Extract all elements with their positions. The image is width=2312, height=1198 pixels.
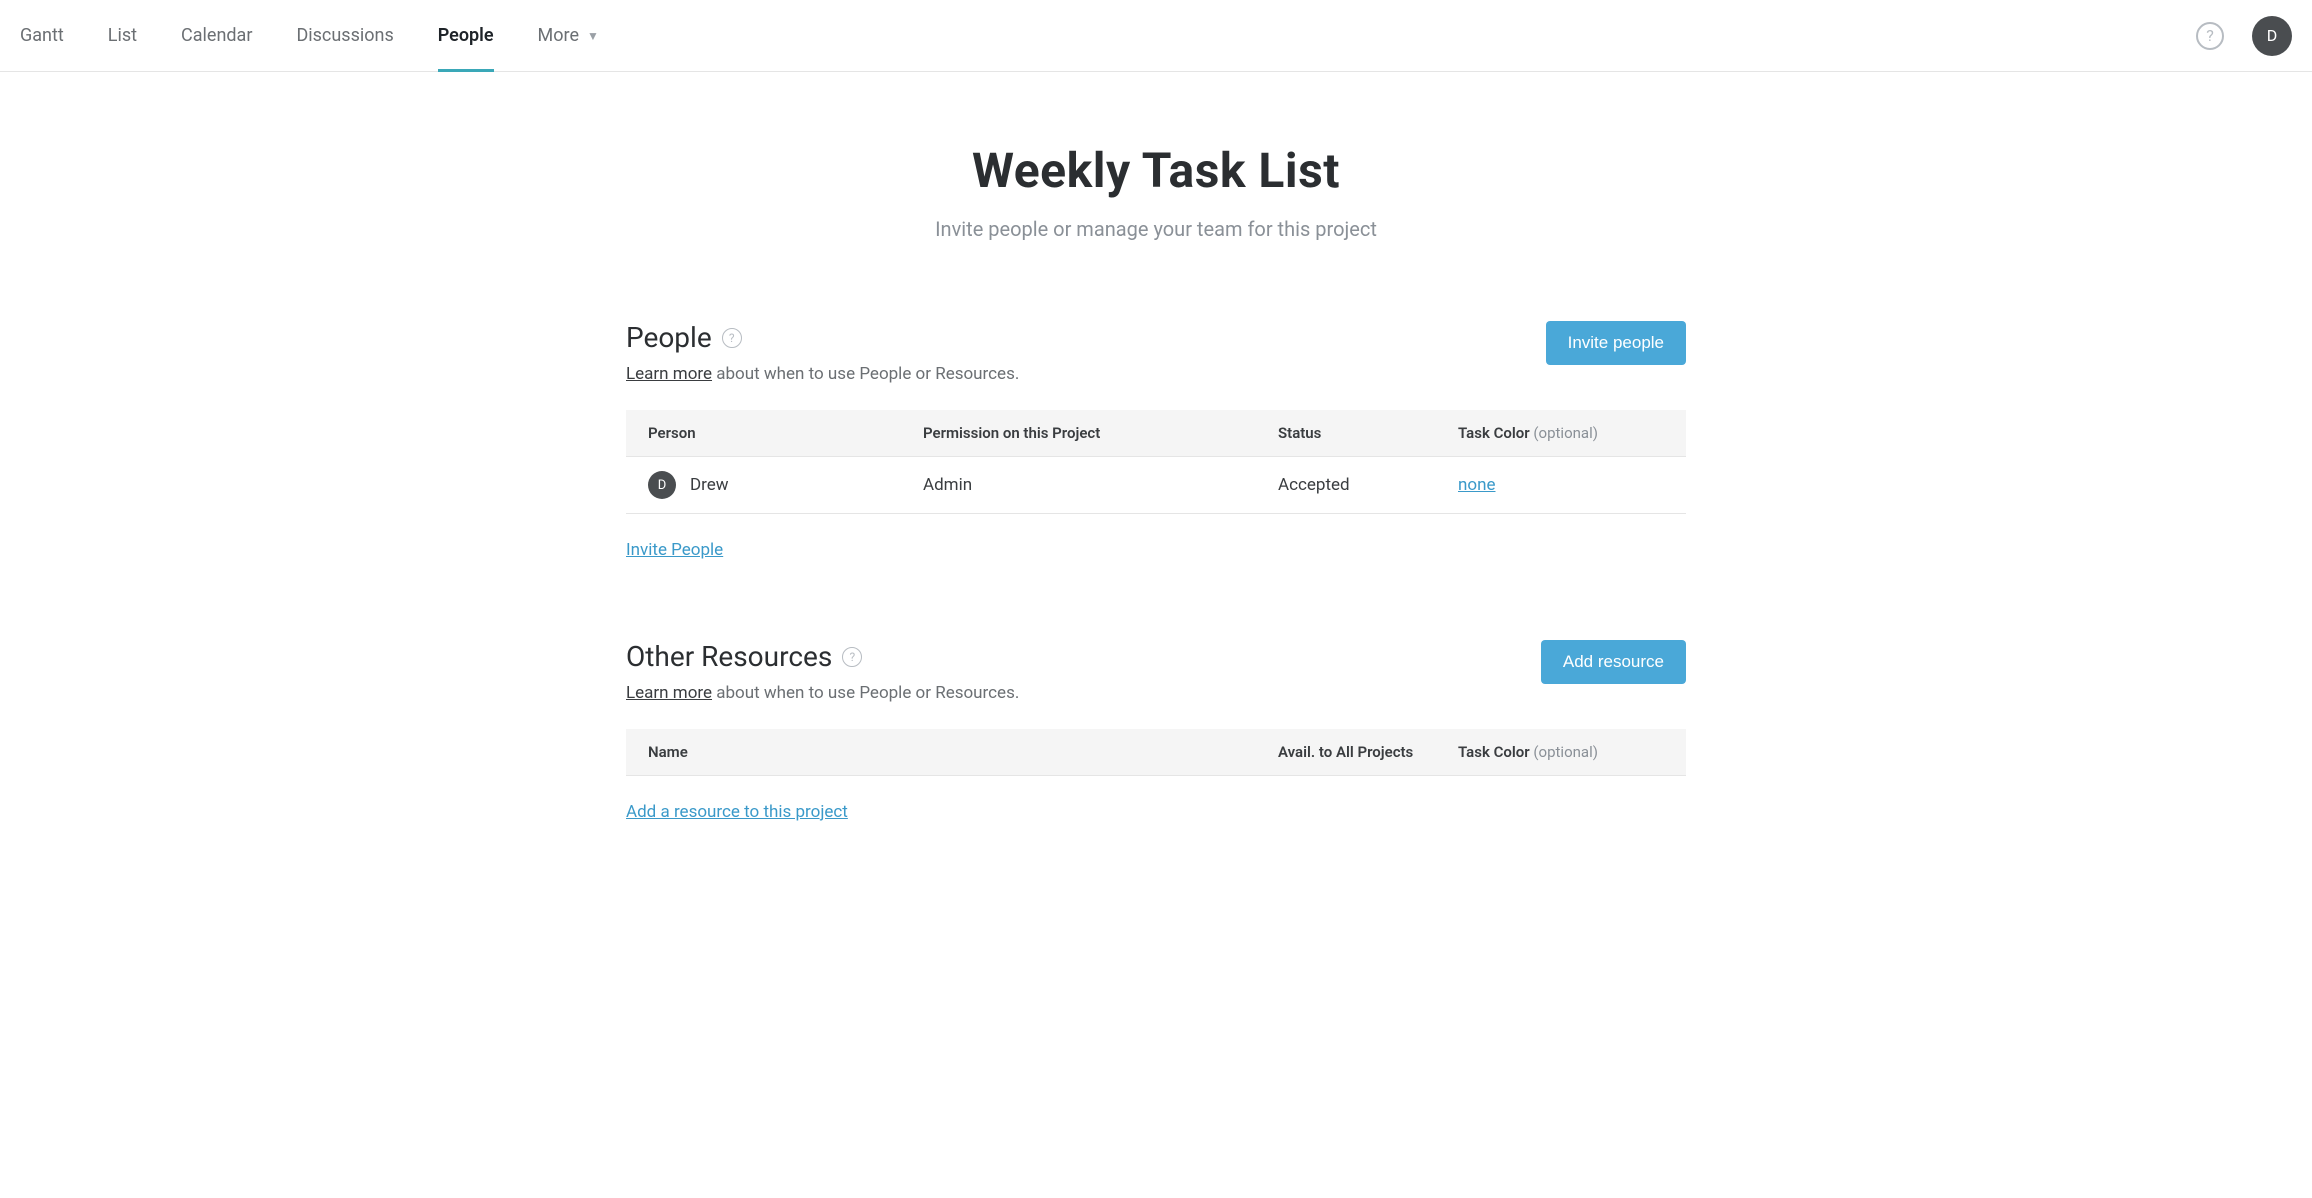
top-navigation: Gantt List Calendar Discussions People M… — [0, 0, 2312, 72]
help-icon[interactable]: ? — [2196, 22, 2224, 50]
people-section-sub: Learn more about when to use People or R… — [626, 364, 1019, 384]
col-person: Person — [648, 424, 923, 442]
col-task-color: Task Color (optional) — [1458, 743, 1664, 761]
tab-label: List — [108, 25, 137, 46]
person-name: Drew — [690, 475, 729, 495]
col-task-color-optional: (optional) — [1530, 424, 1598, 442]
people-table-row: D Drew Admin Accepted none — [626, 457, 1686, 514]
invite-people-button[interactable]: Invite people — [1546, 321, 1686, 365]
col-task-color-optional: (optional) — [1530, 743, 1598, 761]
tab-label: Gantt — [20, 25, 64, 46]
tab-label: More — [538, 25, 579, 46]
tab-label: Discussions — [296, 25, 393, 46]
help-icon[interactable]: ? — [842, 647, 862, 667]
topbar-right: ? D — [2196, 16, 2292, 56]
col-task-color-label: Task Color — [1458, 424, 1530, 442]
invite-people-link-row: Invite People — [626, 540, 1686, 560]
tab-gantt[interactable]: Gantt — [20, 0, 64, 71]
person-cell: D Drew — [648, 471, 923, 499]
avatar-initial: D — [2267, 26, 2278, 45]
people-section-title: People — [626, 321, 712, 354]
tab-label: Calendar — [181, 25, 252, 46]
task-color-link[interactable]: none — [1458, 475, 1496, 495]
col-task-color: Task Color (optional) — [1458, 424, 1664, 442]
people-table: Person Permission on this Project Status… — [626, 410, 1686, 514]
resources-section-sub: Learn more about when to use People or R… — [626, 683, 1019, 703]
resources-section-header: Other Resources ? Learn more about when … — [626, 640, 1686, 703]
people-table-header: Person Permission on this Project Status… — [626, 410, 1686, 457]
col-name: Name — [648, 743, 1278, 761]
col-avail: Avail. to All Projects — [1278, 743, 1458, 761]
tab-calendar[interactable]: Calendar — [181, 0, 252, 71]
status-cell: Accepted — [1278, 475, 1458, 495]
chevron-down-icon: ▼ — [587, 29, 599, 43]
resources-table: Name Avail. to All Projects Task Color (… — [626, 729, 1686, 776]
learn-more-link[interactable]: Learn more — [626, 683, 712, 703]
resources-section-title: Other Resources — [626, 640, 832, 673]
resources-section: Other Resources ? Learn more about when … — [626, 640, 1686, 822]
learn-more-tail: about when to use People or Resources. — [712, 683, 1019, 703]
col-task-color-label: Task Color — [1458, 743, 1530, 761]
invite-people-link[interactable]: Invite People — [626, 540, 723, 560]
person-avatar: D — [648, 471, 676, 499]
people-section: People ? Learn more about when to use Pe… — [626, 321, 1686, 560]
col-status: Status — [1278, 424, 1458, 442]
resources-table-header: Name Avail. to All Projects Task Color (… — [626, 729, 1686, 776]
col-permission: Permission on this Project — [923, 424, 1278, 442]
main-content: Weekly Task List Invite people or manage… — [626, 72, 1686, 882]
avatar[interactable]: D — [2252, 16, 2292, 56]
tab-list[interactable]: List — [108, 0, 137, 71]
page-title: Weekly Task List — [626, 142, 1686, 199]
add-resource-link[interactable]: Add a resource to this project — [626, 802, 848, 822]
tab-more[interactable]: More ▼ — [538, 0, 599, 71]
nav-tabs: Gantt List Calendar Discussions People M… — [20, 0, 599, 71]
tab-discussions[interactable]: Discussions — [296, 0, 393, 71]
task-color-cell: none — [1458, 475, 1664, 495]
learn-more-link[interactable]: Learn more — [626, 364, 712, 384]
permission-cell: Admin — [923, 475, 1278, 495]
add-resource-button[interactable]: Add resource — [1541, 640, 1686, 684]
people-section-header: People ? Learn more about when to use Pe… — [626, 321, 1686, 384]
tab-label: People — [438, 25, 494, 46]
tab-people[interactable]: People — [438, 0, 494, 71]
help-icon[interactable]: ? — [722, 328, 742, 348]
learn-more-tail: about when to use People or Resources. — [712, 364, 1019, 384]
page-subtitle: Invite people or manage your team for th… — [626, 217, 1686, 241]
person-avatar-initial: D — [658, 478, 667, 493]
add-resource-link-row: Add a resource to this project — [626, 802, 1686, 822]
